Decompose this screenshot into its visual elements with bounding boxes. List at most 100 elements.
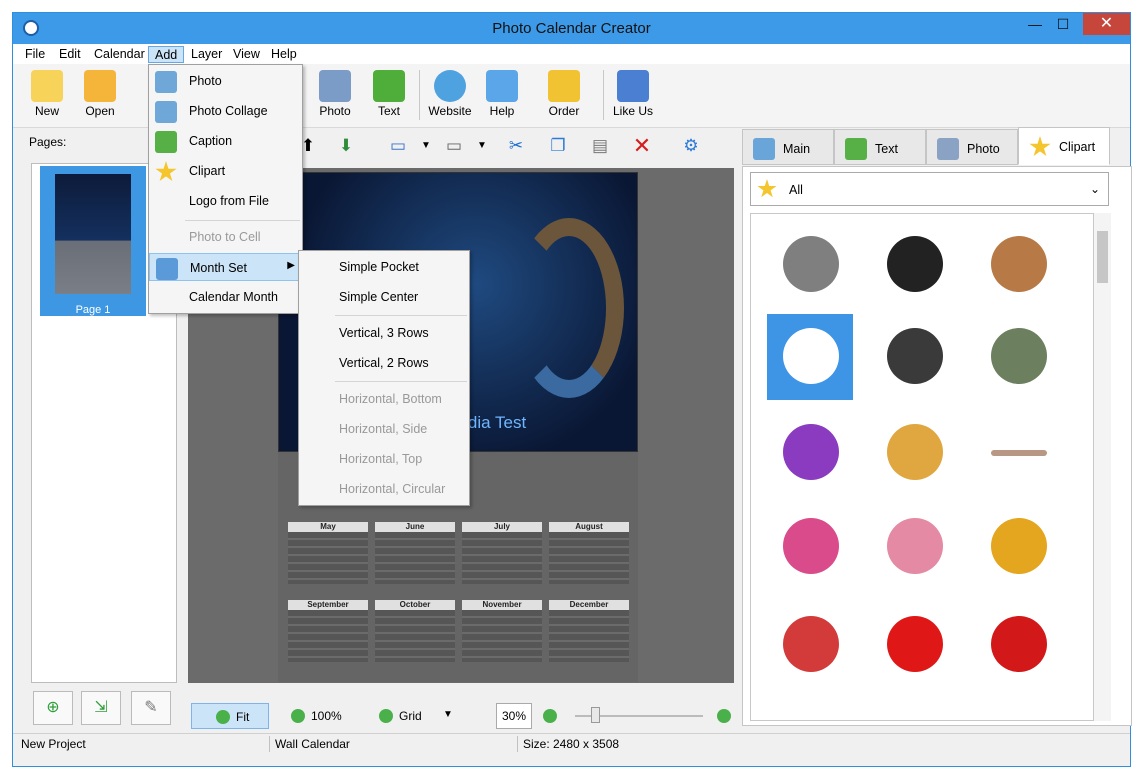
month-block[interactable]: August bbox=[549, 522, 629, 586]
arrange-icon[interactable]: ▭ bbox=[441, 133, 467, 159]
grid-button[interactable]: Grid bbox=[379, 703, 449, 729]
add-menu-month-set[interactable]: Month Set ▶ bbox=[149, 253, 302, 281]
caption-a-icon bbox=[155, 131, 177, 153]
menu-file[interactable]: File bbox=[19, 46, 51, 63]
menu-help[interactable]: Help bbox=[265, 46, 303, 63]
month-block[interactable]: December bbox=[549, 600, 629, 664]
zoom-slider[interactable] bbox=[575, 703, 703, 729]
delete-icon[interactable]: ✕ bbox=[629, 133, 655, 159]
clipart-item[interactable] bbox=[767, 222, 853, 308]
clipart-item-selected[interactable] bbox=[767, 314, 853, 400]
clipart-item[interactable] bbox=[767, 410, 853, 496]
add-menu-logo-from-file[interactable]: Logo from File bbox=[149, 187, 302, 215]
delete-page-button[interactable]: ✎ bbox=[131, 691, 171, 725]
website-button[interactable]: Website bbox=[422, 66, 478, 124]
add-menu-caption[interactable]: Caption bbox=[149, 127, 302, 155]
collage-add-icon bbox=[155, 101, 177, 123]
tab-photo[interactable]: Photo bbox=[926, 129, 1018, 165]
clipart-item[interactable] bbox=[767, 602, 853, 688]
month-block[interactable]: July bbox=[462, 522, 542, 586]
like-us-button[interactable]: Like Us bbox=[605, 66, 661, 124]
align-icon[interactable]: ▭ bbox=[385, 133, 411, 159]
month-set-horizontal-side: Horizontal, Side bbox=[339, 422, 428, 436]
align-dropdown-icon[interactable]: ▼ bbox=[413, 133, 439, 159]
month-block[interactable]: June bbox=[375, 522, 455, 586]
order-button[interactable]: Order bbox=[536, 66, 592, 124]
status-bar: New Project Wall Calendar Size: 2480 x 3… bbox=[13, 733, 1130, 755]
insert-page-button[interactable]: ⇲ bbox=[81, 691, 121, 725]
add-menu-photo[interactable]: Photo bbox=[149, 67, 302, 95]
main-window: Photo Calendar Creator — ☐ ✕ File Edit C… bbox=[12, 12, 1132, 767]
add-menu-photo-collage[interactable]: Photo Collage bbox=[149, 97, 302, 125]
grid-dropdown-icon[interactable]: ▼ bbox=[443, 703, 459, 729]
purple-bird-clipart bbox=[783, 424, 839, 480]
add-menu-clipart[interactable]: Clipart bbox=[149, 157, 302, 185]
zoom-icon bbox=[291, 709, 305, 723]
close-button[interactable]: ✕ bbox=[1083, 13, 1130, 35]
help-button[interactable]: Help bbox=[474, 66, 530, 124]
bell-clipart bbox=[991, 518, 1047, 574]
photo-button[interactable]: Photo bbox=[307, 66, 363, 124]
month-set-vertical-3-rows[interactable]: Vertical, 3 Rows bbox=[299, 319, 469, 347]
clipart-item[interactable] bbox=[871, 504, 957, 590]
move-down-icon[interactable]: ⬇ bbox=[333, 133, 359, 159]
month-block[interactable]: October bbox=[375, 600, 455, 664]
open-button[interactable]: Open bbox=[72, 66, 128, 124]
month-set-horizontal-circular: Horizontal, Circular bbox=[339, 482, 446, 496]
clipart-scrollbar[interactable] bbox=[1094, 213, 1111, 721]
settings-gear-icon[interactable]: ⚙ bbox=[678, 133, 704, 159]
menu-view[interactable]: View bbox=[227, 46, 266, 63]
clipart-category-select[interactable]: All ⌄ bbox=[750, 172, 1109, 206]
clipart-item[interactable] bbox=[871, 602, 957, 688]
clipart-item[interactable] bbox=[767, 504, 853, 590]
scrollbar-thumb[interactable] bbox=[1097, 231, 1108, 283]
folder-icon bbox=[84, 70, 116, 102]
zoom-100-button[interactable]: 100% bbox=[289, 703, 359, 729]
camera-icon bbox=[937, 138, 959, 160]
month-block[interactable]: May bbox=[288, 522, 368, 586]
clipart-item[interactable] bbox=[975, 602, 1061, 688]
clipart-item[interactable] bbox=[975, 314, 1061, 400]
menu-layer[interactable]: Layer bbox=[185, 46, 228, 63]
minimize-button[interactable]: — bbox=[1020, 13, 1050, 35]
clipart-item[interactable] bbox=[871, 410, 957, 496]
menu-edit[interactable]: Edit bbox=[53, 46, 87, 63]
add-page-button[interactable]: ⊕ bbox=[33, 691, 73, 725]
month-set-vertical-2-rows[interactable]: Vertical, 2 Rows bbox=[299, 349, 469, 377]
copy-icon[interactable]: ❐ bbox=[545, 133, 571, 159]
zoom-in-icon[interactable] bbox=[543, 703, 559, 729]
text-button[interactable]: Text bbox=[361, 66, 417, 124]
tab-main[interactable]: Main bbox=[742, 129, 834, 165]
dog-clipart bbox=[887, 424, 943, 480]
arrange-dropdown-icon[interactable]: ▼ bbox=[469, 133, 495, 159]
month-set-simple-pocket[interactable]: Simple Pocket bbox=[299, 253, 469, 281]
month-set-simple-center[interactable]: Simple Center bbox=[299, 283, 469, 311]
tab-text[interactable]: Text bbox=[834, 129, 926, 165]
add-menu-calendar-month[interactable]: Calendar Month bbox=[149, 283, 302, 311]
page-thumbnail[interactable]: Page 1 bbox=[40, 166, 146, 316]
clipart-item[interactable] bbox=[975, 410, 1061, 496]
menu-add[interactable]: Add bbox=[148, 46, 185, 63]
submenu-arrow-icon: ▶ bbox=[287, 260, 295, 271]
clipart-item[interactable] bbox=[975, 222, 1061, 308]
maximize-button[interactable]: ☐ bbox=[1048, 13, 1078, 35]
cut-icon[interactable]: ✂ bbox=[503, 133, 529, 159]
status-calendar-type: Wall Calendar bbox=[275, 737, 350, 751]
tab-clipart[interactable]: Clipart bbox=[1018, 127, 1110, 165]
add-menu-photo-to-cell: Photo to Cell bbox=[189, 230, 261, 244]
zoom-input[interactable]: 30% bbox=[496, 703, 532, 729]
clipart-item[interactable] bbox=[871, 222, 957, 308]
text-a-icon bbox=[845, 138, 867, 160]
zoom-out-icon[interactable] bbox=[717, 703, 733, 729]
clipart-item[interactable] bbox=[975, 504, 1061, 590]
month-block[interactable]: November bbox=[462, 600, 542, 664]
new-button[interactable]: New bbox=[19, 66, 75, 124]
menu-calendar[interactable]: Calendar bbox=[88, 46, 151, 63]
status-size: Size: 2480 x 3508 bbox=[523, 737, 620, 751]
zoom-slider-thumb[interactable] bbox=[591, 707, 600, 723]
clipart-item[interactable] bbox=[871, 314, 957, 400]
paste-icon[interactable]: ▤ bbox=[587, 133, 613, 159]
fit-button[interactable]: Fit bbox=[191, 703, 269, 729]
elephant-clipart bbox=[991, 328, 1047, 384]
month-block[interactable]: September bbox=[288, 600, 368, 664]
